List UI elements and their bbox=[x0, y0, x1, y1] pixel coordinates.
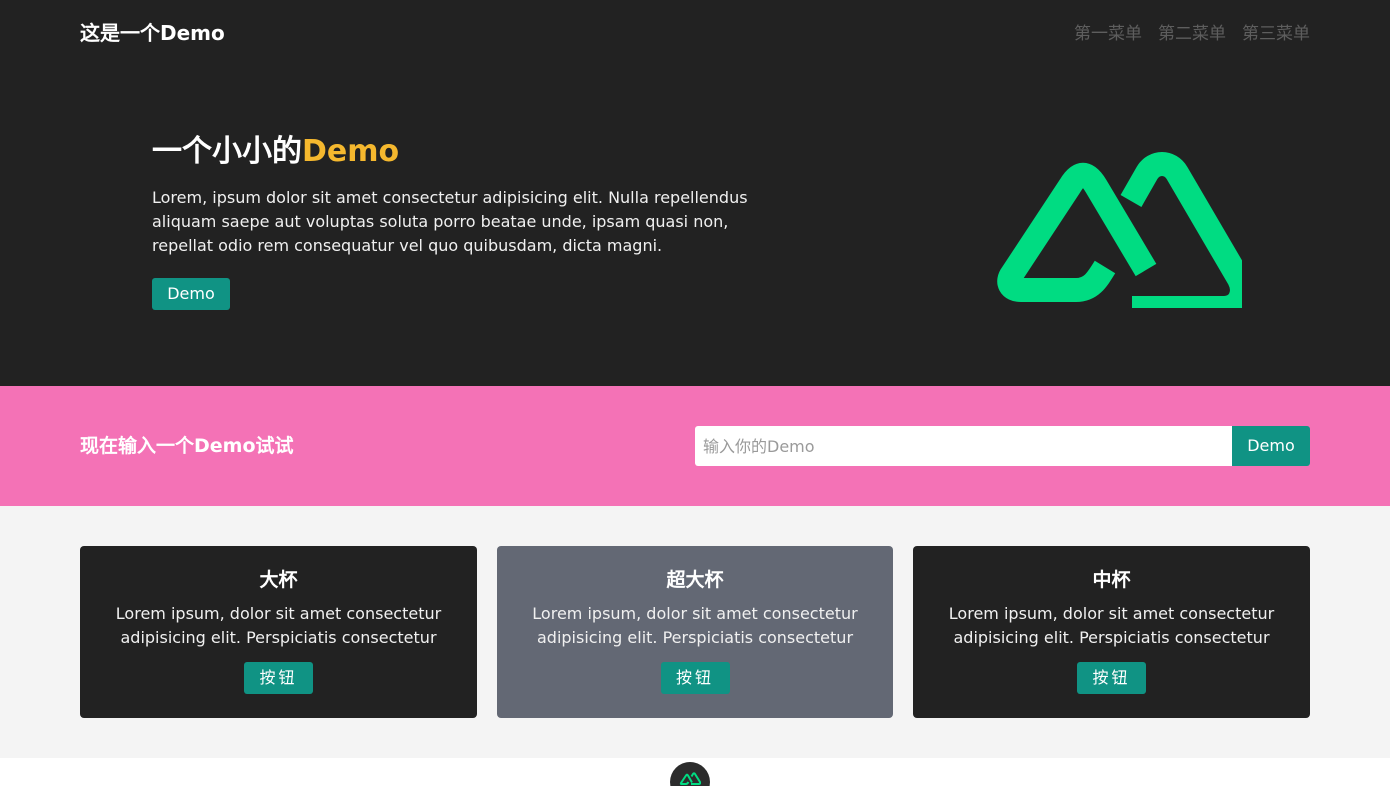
brand-title[interactable]: 这是一个Demo bbox=[80, 17, 225, 46]
card-button[interactable]: 按钮 bbox=[244, 662, 313, 694]
nuxt-logo-icon bbox=[679, 772, 701, 785]
band-title: 现在输入一个Demo试试 bbox=[80, 435, 294, 457]
card-title: 超大杯 bbox=[666, 569, 724, 591]
nuxt-logo-icon bbox=[988, 140, 1254, 320]
hero-section: 这是一个Demo 第一菜单 第二菜单 第三菜单 一个小小的Demo Lorem,… bbox=[0, 0, 1390, 386]
menu-item-second[interactable]: 第二菜单 bbox=[1158, 19, 1226, 44]
menu-item-first[interactable]: 第一菜单 bbox=[1074, 19, 1142, 44]
hero-description: Lorem, ipsum dolor sit amet consectetur … bbox=[152, 188, 748, 255]
card-description: Lorem ipsum, dolor sit amet consectetur … bbox=[948, 604, 1275, 647]
hero-title: 一个小小的Demo bbox=[152, 132, 792, 172]
navbar: 这是一个Demo 第一菜单 第二菜单 第三菜单 bbox=[80, 0, 1310, 62]
nav-menu: 第一菜单 第二菜单 第三菜单 bbox=[1074, 19, 1310, 44]
hero-title-accent: Demo bbox=[302, 134, 400, 169]
card-title: 中杯 bbox=[1092, 569, 1131, 591]
hero-demo-button[interactable]: Demo bbox=[152, 278, 230, 310]
card-button[interactable]: 按钮 bbox=[660, 662, 730, 694]
demo-input[interactable] bbox=[695, 426, 1232, 466]
hero-content: 一个小小的Demo Lorem, ipsum dolor sit amet co… bbox=[152, 132, 792, 310]
cards-section: 大杯 Lorem ipsum, dolor sit amet consectet… bbox=[0, 506, 1390, 758]
menu-item-third[interactable]: 第三菜单 bbox=[1242, 19, 1310, 44]
card-description: Lorem ipsum, dolor sit amet consectetur … bbox=[532, 604, 858, 647]
card-large: 大杯 Lorem ipsum, dolor sit amet consectet… bbox=[80, 546, 477, 718]
card-button[interactable]: 按钮 bbox=[1077, 662, 1146, 694]
demo-form: Demo bbox=[695, 426, 1310, 466]
card-title: 大杯 bbox=[259, 569, 298, 591]
card-description: Lorem ipsum, dolor sit amet consectetur … bbox=[115, 604, 442, 647]
demo-submit-button[interactable]: Demo bbox=[1232, 426, 1310, 466]
input-band: 现在输入一个Demo试试 Demo bbox=[0, 386, 1390, 506]
back-to-top-button[interactable] bbox=[670, 762, 710, 786]
hero-title-prefix: 一个小小的 bbox=[152, 134, 302, 169]
card-medium: 中杯 Lorem ipsum, dolor sit amet consectet… bbox=[913, 546, 1310, 718]
footer bbox=[0, 758, 1390, 786]
card-extra-large: 超大杯 Lorem ipsum, dolor sit amet consecte… bbox=[497, 546, 893, 718]
